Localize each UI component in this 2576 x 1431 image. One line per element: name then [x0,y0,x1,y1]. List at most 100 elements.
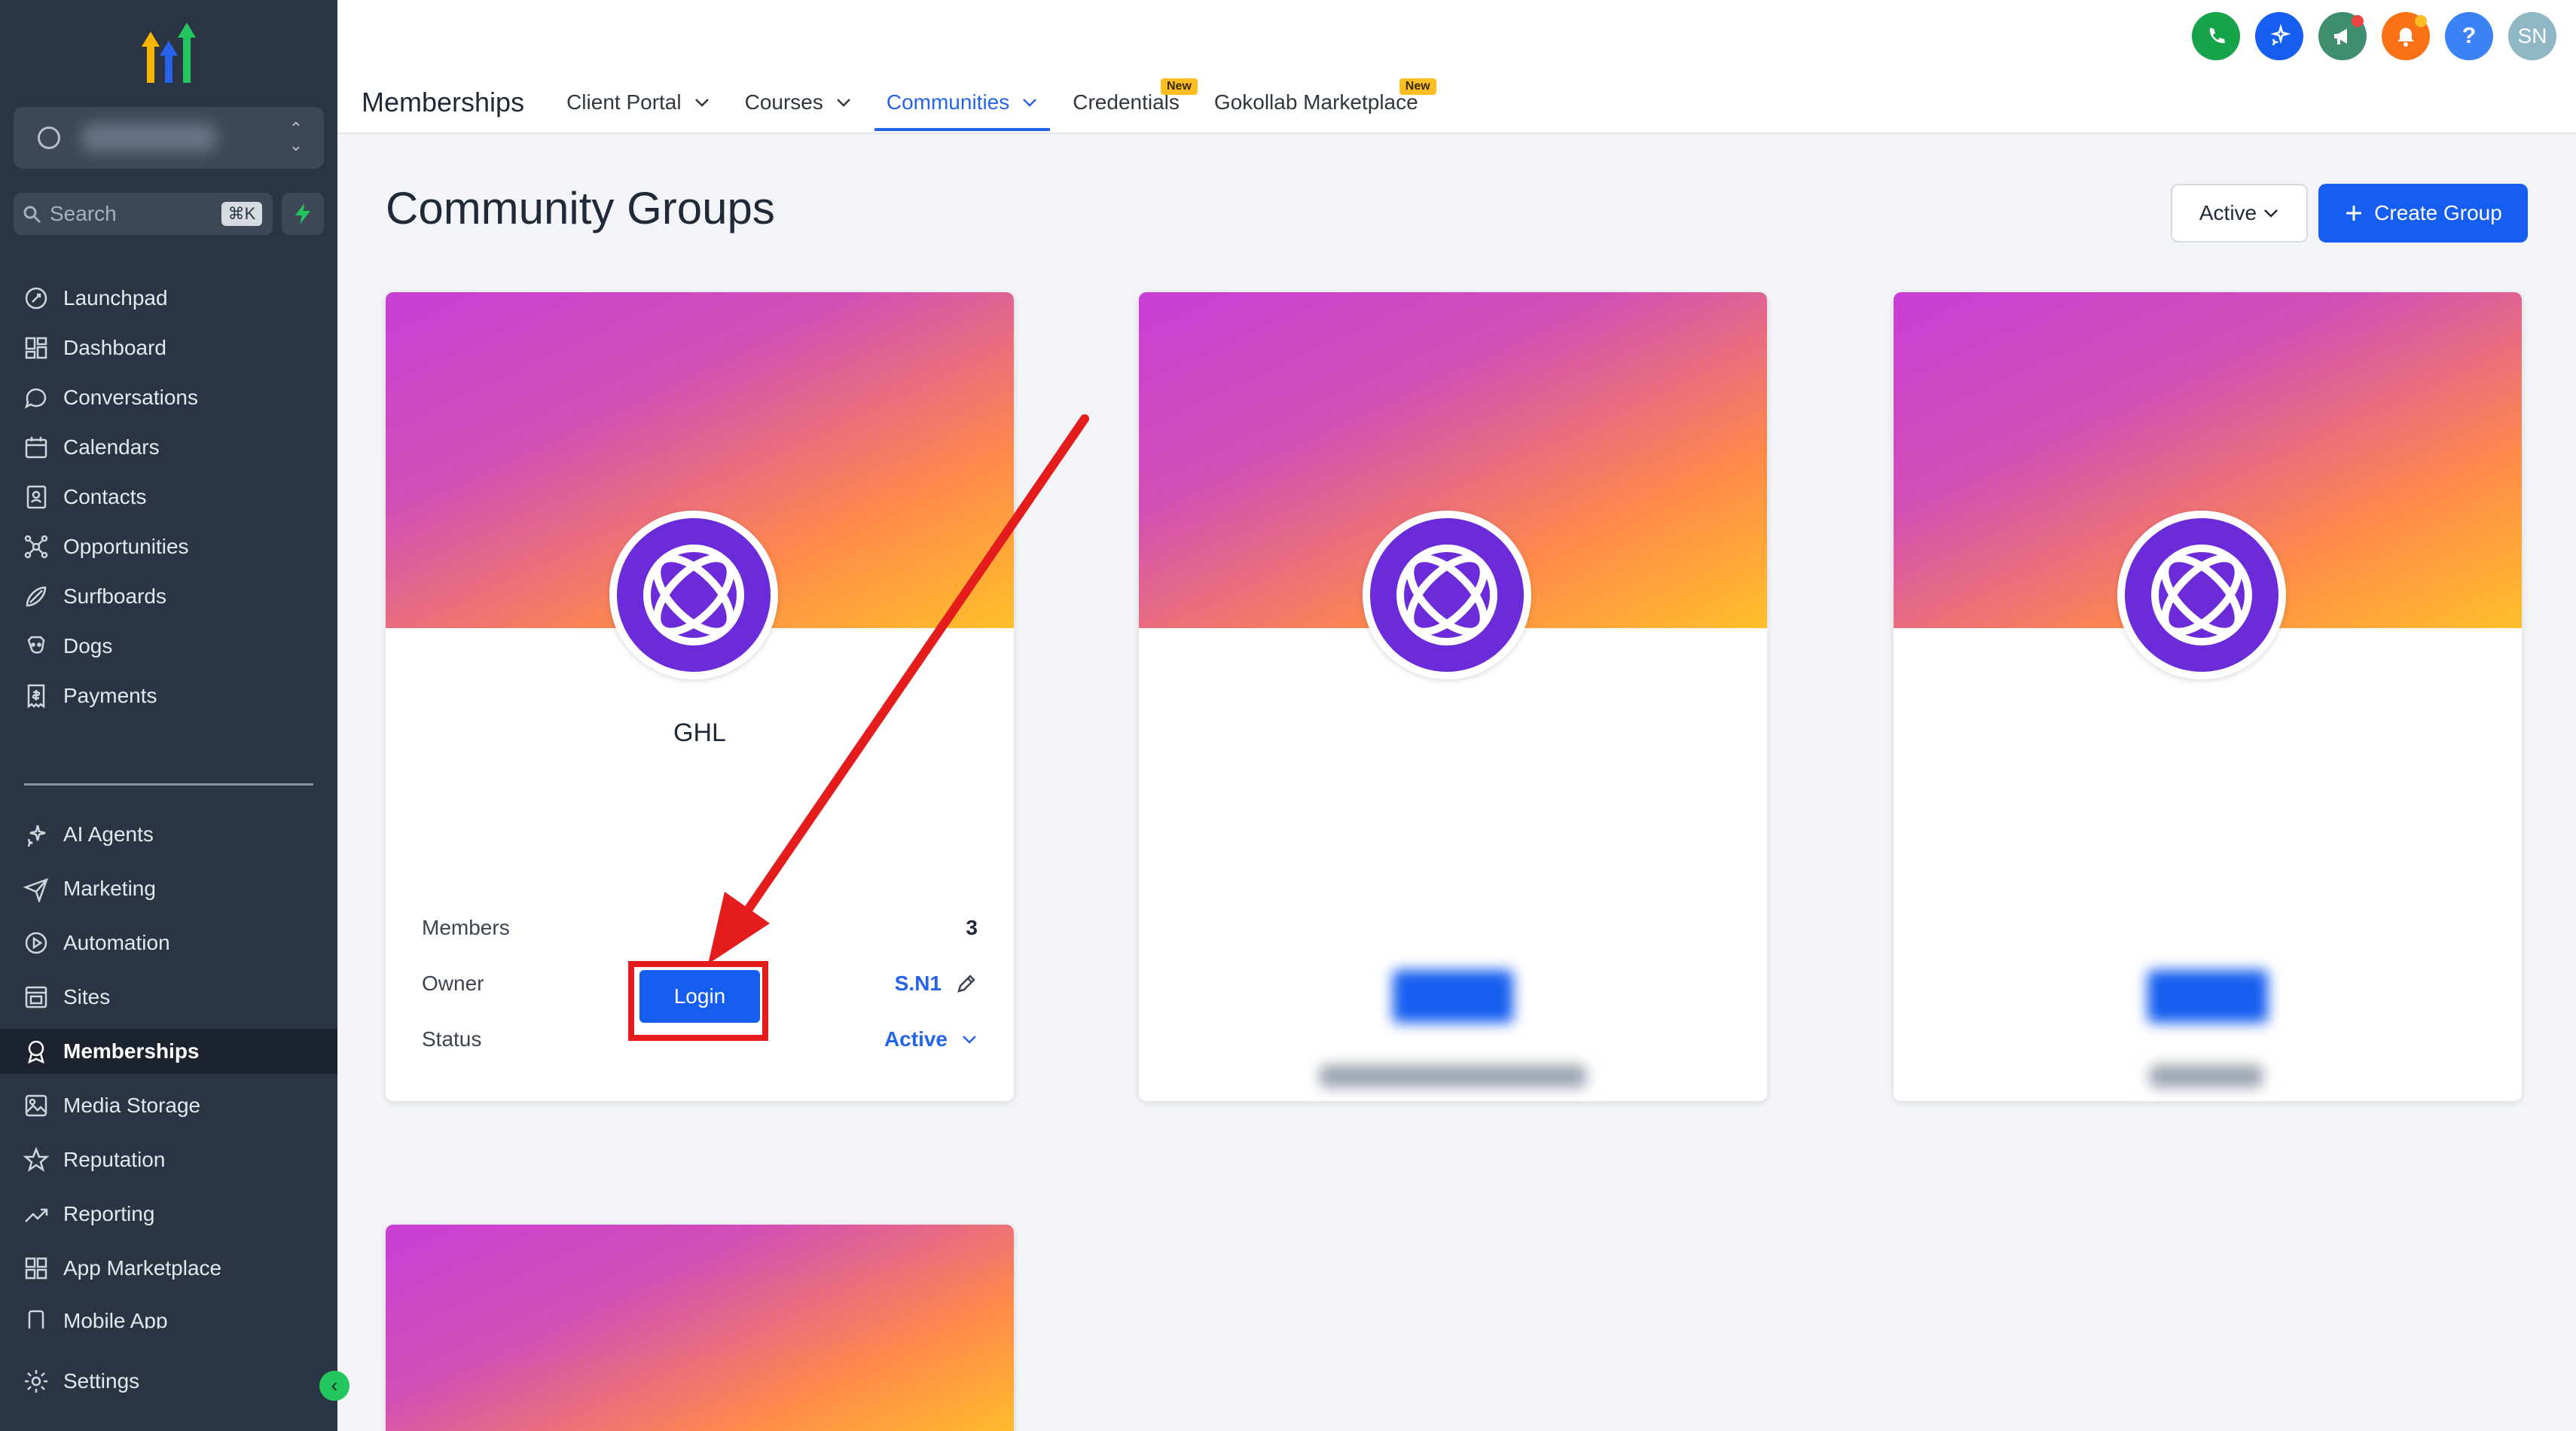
gear-icon [25,1370,47,1393]
sidebar-divider [24,783,313,786]
phone-icon [28,1310,44,1329]
topbar-actions: ? SN [2192,12,2556,60]
search-icon [23,206,41,224]
tab-label: Gokollab Marketplace [1213,90,1418,114]
sidebar-item-opportunities[interactable]: Opportunities [0,524,337,569]
contact-book-icon [26,485,47,509]
sidebar-item-label: Mobile App [63,1309,168,1329]
tab-label: Courses [744,90,823,114]
chevron-down-icon [1023,99,1037,107]
topbar: ? SN Memberships Client Portal Courses C… [337,0,2576,134]
sidebar-item-ai-agents[interactable]: AI Agents [0,812,337,857]
sidebar-item-contacts[interactable]: Contacts [0,474,337,520]
owner-label: Owner [422,972,484,995]
receipt-icon [27,684,45,709]
new-badge: New [1399,78,1436,95]
rocket-icon [25,287,47,310]
sidebar-item-reputation[interactable]: Reputation [0,1137,337,1182]
sidebar-item-dashboard[interactable]: Dashboard [0,325,337,371]
sidebar-item-label: Dashboard [63,336,166,359]
community-groups-heading: Community Groups [386,183,775,233]
tab-credentials[interactable]: Credentials New [1073,72,1198,133]
login-button-redacted[interactable] [1393,970,1513,1023]
notification-dot [2415,15,2427,27]
sidebar-item-label: Surfboards [63,584,166,608]
collapse-sidebar-button[interactable]: ‹ [319,1371,349,1401]
sidebar-item-settings[interactable]: Settings [0,1359,337,1404]
sidebar-item-calendars[interactable]: Calendars [0,425,337,470]
sidebar-item-mobile-app[interactable]: Mobile App [0,1300,337,1329]
network-icon [24,535,48,559]
send-icon [23,877,49,902]
members-count: 3 [966,916,978,939]
sidebar-item-label: Settings [63,1369,140,1393]
account-name-redacted [81,124,217,152]
search-input[interactable]: Search ⌘K [14,193,273,235]
sidebar-item-launchpad[interactable]: Launchpad [0,276,337,321]
announcements-button[interactable] [2318,12,2367,60]
sidebar-item-label: Reporting [63,1202,155,1225]
ai-assistant-button[interactable] [2255,12,2303,60]
page-title: Memberships [362,87,525,117]
chat-icon [24,388,47,409]
sidebar-item-label: AI Agents [63,822,154,846]
automation-icon [25,932,47,954]
tab-communities[interactable]: Communities [874,72,1051,133]
image-icon [25,1094,47,1117]
quick-action-button[interactable] [282,193,324,235]
app-logo[interactable] [133,21,205,84]
bolt-icon [295,203,310,224]
create-group-button[interactable]: Create Group [2318,184,2528,243]
notifications-button[interactable] [2382,12,2430,60]
sidebar: ⌃ ⌄ Search ⌘K Launchpad Dashboard Convers… [0,0,349,1431]
chevron-down-icon [963,1036,976,1044]
dog-icon [27,636,45,654]
sidebar-item-app-marketplace[interactable]: App Marketplace [0,1246,337,1291]
community-name: GHL [673,719,726,747]
sidebar-item-marketing[interactable]: Marketing [0,866,337,911]
status-filter-dropdown[interactable]: Active [2171,184,2308,243]
tab-client-portal[interactable]: Client Portal [566,72,710,133]
tab-gokollab-marketplace[interactable]: Gokollab Marketplace New [1213,72,1436,133]
login-button[interactable]: Login [639,970,760,1023]
sidebar-item-conversations[interactable]: Conversations [0,375,337,420]
plus-icon [2346,206,2362,221]
sidebar-item-label: Sites [63,985,111,1008]
sidebar-item-sites[interactable]: Sites [0,975,337,1020]
sidebar-item-dogs[interactable]: Dogs [0,624,337,669]
edit-pencil-icon[interactable] [955,972,978,995]
community-logo [1363,511,1531,679]
phone-button[interactable] [2192,12,2240,60]
community-logo [609,511,778,679]
help-button[interactable]: ? [2445,12,2493,60]
sparkle-icon [27,825,46,847]
sidebar-item-reporting[interactable]: Reporting [0,1191,337,1237]
ai-sparkle-icon [2270,24,2291,46]
award-icon [28,1040,44,1064]
search-placeholder: Search [50,202,117,225]
community-card [386,1225,1014,1431]
status-dropdown[interactable]: Active [884,1027,978,1051]
owner-value[interactable]: S.N1 [895,972,978,996]
sidebar-item-payments[interactable]: Payments [0,673,337,719]
megaphone-icon [2334,29,2347,44]
sidebar-item-memberships[interactable]: Memberships [0,1029,337,1074]
account-icon [38,127,60,149]
sidebar-item-label: Memberships [63,1039,200,1063]
trend-icon [25,1208,48,1222]
apps-icon [25,1257,47,1280]
sidebar-item-automation[interactable]: Automation [0,920,337,966]
help-icon: ? [2462,23,2477,48]
tab-courses[interactable]: Courses [745,72,852,133]
memberships-tabs: Memberships Client Portal Courses Commun… [362,72,1453,133]
user-avatar[interactable]: SN [2508,12,2556,60]
chevron-updown-icon: ⌃ ⌄ [288,119,303,154]
account-switcher[interactable]: ⌃ ⌄ [14,107,324,169]
chevron-down-icon [2264,209,2278,218]
sidebar-item-media-storage[interactable]: Media Storage [0,1083,337,1128]
sidebar-item-label: Calendars [63,435,160,459]
login-button-redacted[interactable] [2147,970,2268,1023]
atom-logo-icon [1396,545,1497,645]
new-badge: New [1160,78,1198,95]
sidebar-item-surfboards[interactable]: Surfboards [0,574,337,619]
